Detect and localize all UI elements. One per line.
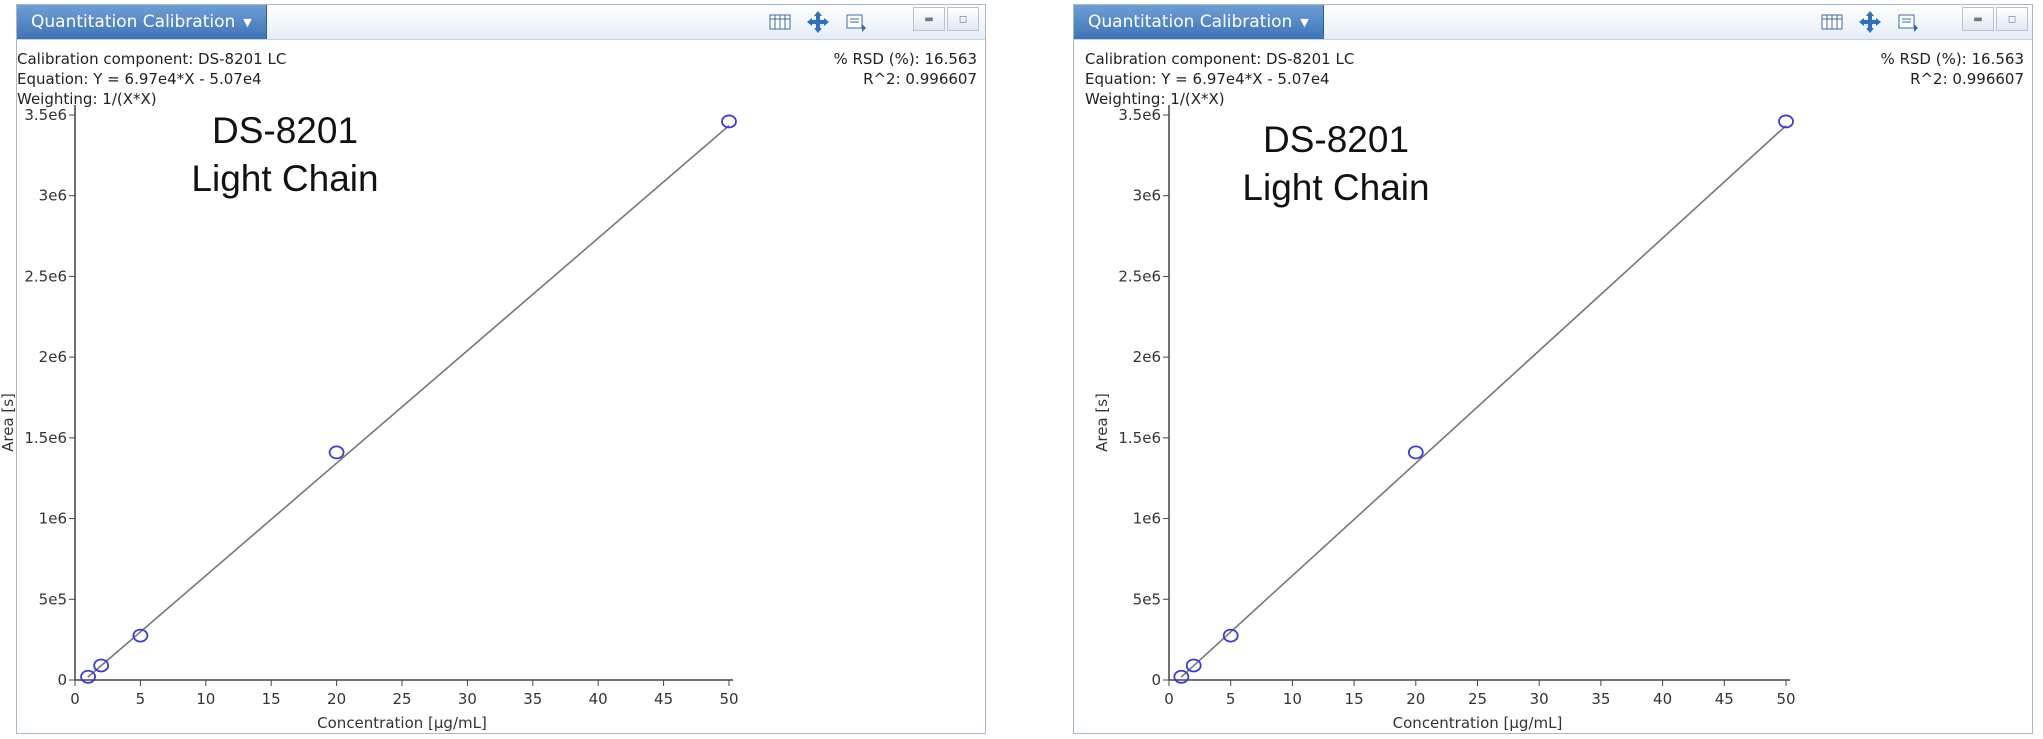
x-tick-label: 40 <box>1653 690 1672 708</box>
calibration-chart: DS-8201 Light Chain 0 5 10 15 20 25 30 35 40 45 50… <box>1093 105 1796 732</box>
x-axis-title: Concentration [µg/mL] <box>317 714 487 732</box>
y-tick-label: 1e6 <box>39 510 67 528</box>
calibration-point <box>1407 445 1424 460</box>
y-tick-label: 3.5e6 <box>24 106 67 124</box>
y-tick-label: 2e6 <box>39 348 67 366</box>
x-tick-label: 20 <box>1406 690 1425 708</box>
y-tick-label: 0 <box>1151 671 1161 689</box>
x-tick-label: 45 <box>654 690 673 708</box>
calibration-fit-line <box>1180 125 1787 678</box>
y-tick-label: 2.5e6 <box>24 267 67 285</box>
calibration-point <box>328 445 345 460</box>
y-tick-label: 0 <box>57 671 67 689</box>
x-tick-label: 50 <box>1776 690 1795 708</box>
y-tick-label: 2.5e6 <box>1118 267 1161 285</box>
y-tick-label: 1e6 <box>1133 510 1161 528</box>
x-tick-label: 45 <box>1715 690 1734 708</box>
calibration-chart: DS-8201 Light Chain 0 5 10 15 20 25 30 35 40 45 50… <box>0 105 739 732</box>
y-axis-title: Area [s] <box>1093 393 1111 452</box>
overlay-title-line-2: Light Chain <box>1242 167 1429 208</box>
x-tick-label: 40 <box>589 690 608 708</box>
overlay-title-line-2: Light Chain <box>191 158 378 199</box>
x-axis-title: Concentration [µg/mL] <box>1393 714 1563 732</box>
x-tick-label: 30 <box>1530 690 1549 708</box>
x-tick-label: 35 <box>523 690 542 708</box>
y-tick-label: 3e6 <box>39 187 67 205</box>
y-tick-label: 2e6 <box>1133 348 1161 366</box>
x-tick-label: 25 <box>1468 690 1487 708</box>
x-tick-label: 35 <box>1591 690 1610 708</box>
x-tick-label: 15 <box>1345 690 1364 708</box>
y-tick-label: 3e6 <box>1133 187 1161 205</box>
x-tick-label: 15 <box>262 690 281 708</box>
y-axis-title: Area [s] <box>0 393 17 452</box>
x-tick-label: 10 <box>1283 690 1302 708</box>
x-tick-label: 10 <box>196 690 215 708</box>
calibration-fit-line <box>87 124 730 678</box>
y-tick-label: 1.5e6 <box>24 429 67 447</box>
x-tick-label: 5 <box>136 690 146 708</box>
x-tick-label: 0 <box>1164 690 1174 708</box>
calibration-panel-right: Quantitation Calibration ▼ ▬ ◻ Calibrati… <box>1073 4 2033 734</box>
x-tick-label: 0 <box>70 690 80 708</box>
x-tick-label: 5 <box>1226 690 1236 708</box>
x-tick-label: 50 <box>719 690 738 708</box>
y-tick-label: 5e5 <box>39 590 67 608</box>
calibration-panel-left: Quantitation Calibration ▼ ▬ ◻ Calibrati… <box>0 4 986 734</box>
y-tick-label: 1.5e6 <box>1118 429 1161 447</box>
x-tick-label: 30 <box>458 690 477 708</box>
y-tick-label: 5e5 <box>1133 590 1161 608</box>
y-tick-label: 3.5e6 <box>1118 106 1161 124</box>
overlay-title-line-1: DS-8201 <box>212 110 358 151</box>
x-tick-label: 25 <box>392 690 411 708</box>
x-tick-label: 20 <box>327 690 346 708</box>
overlay-title-line-1: DS-8201 <box>1263 119 1409 160</box>
